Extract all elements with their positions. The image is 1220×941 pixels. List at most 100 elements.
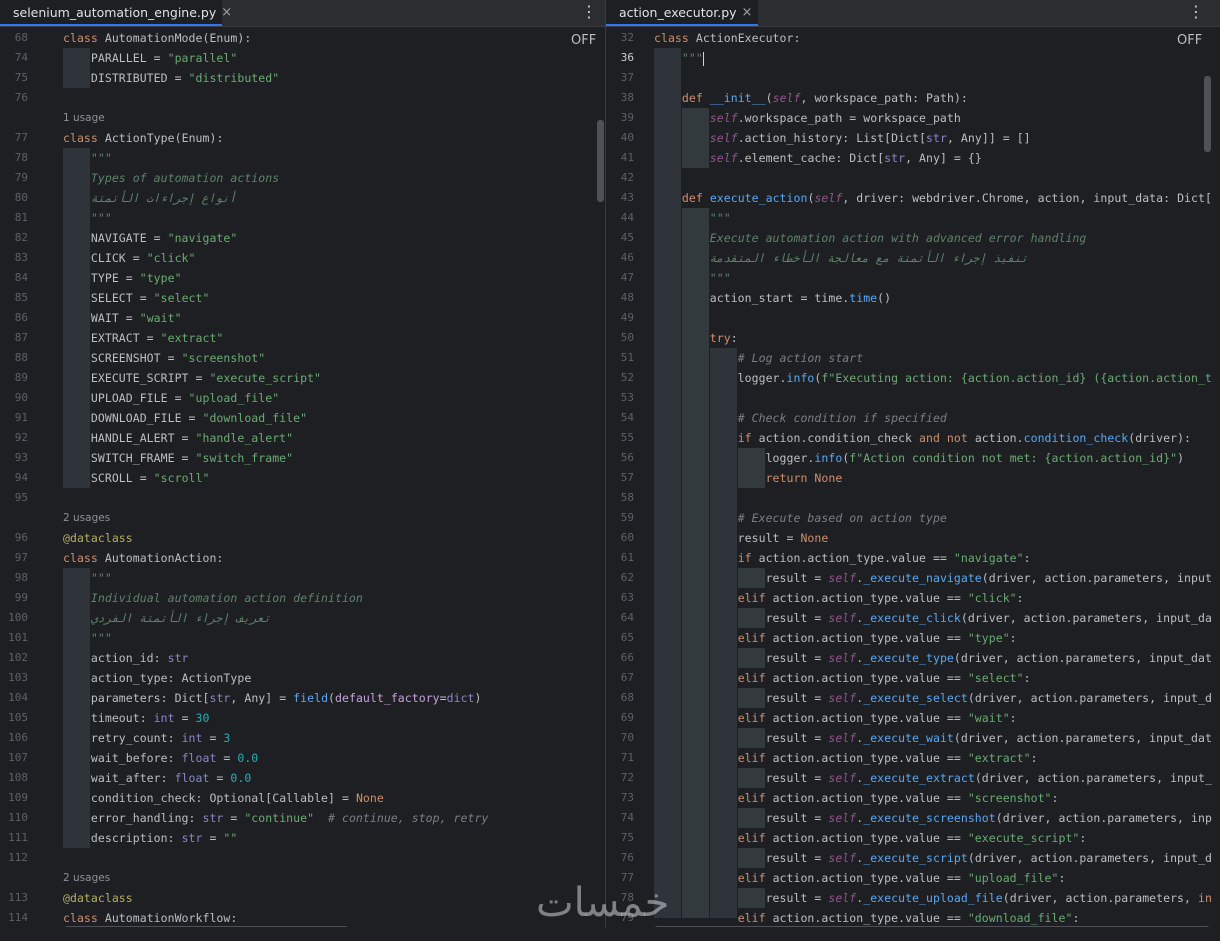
- code-line[interactable]: 65 elif action.action_type.value == "typ…: [606, 628, 1220, 648]
- code-line[interactable]: 108 wait_after: float = 0.0: [0, 768, 605, 788]
- code-line[interactable]: 74 PARALLEL = "parallel": [0, 48, 605, 68]
- code-line[interactable]: 53: [606, 388, 1220, 408]
- code-line[interactable]: 89 EXECUTE_SCRIPT = "execute_script": [0, 368, 605, 388]
- code-line[interactable]: 95: [0, 488, 605, 508]
- code-line[interactable]: 109 condition_check: Optional[Callable] …: [0, 788, 605, 808]
- code-line[interactable]: 90 UPLOAD_FILE = "upload_file": [0, 388, 605, 408]
- code-line[interactable]: 85 SELECT = "select": [0, 288, 605, 308]
- usage-hint[interactable]: 2 usages: [0, 868, 605, 888]
- code-line[interactable]: 44 """: [606, 208, 1220, 228]
- code-line[interactable]: 114 class AutomationWorkflow:: [0, 908, 605, 928]
- code-line[interactable]: 56 logger.info(f"Action condition not me…: [606, 448, 1220, 468]
- tab-selenium-automation-engine[interactable]: selenium_automation_engine.py ×: [0, 0, 232, 26]
- code-line[interactable]: 99 Individual automation action definiti…: [0, 588, 605, 608]
- vertical-scrollbar[interactable]: [597, 120, 604, 202]
- code-line[interactable]: 72 result = self._execute_extract(driver…: [606, 768, 1220, 788]
- code-line[interactable]: 77 elif action.action_type.value == "upl…: [606, 868, 1220, 888]
- code-line[interactable]: 82 NAVIGATE = "navigate": [0, 228, 605, 248]
- code-line[interactable]: 101 """: [0, 628, 605, 648]
- code-line[interactable]: 61 if action.action_type.value == "navig…: [606, 548, 1220, 568]
- code-line[interactable]: 110 error_handling: str = "continue" # c…: [0, 808, 605, 828]
- code-line[interactable]: 54 # Check condition if specified: [606, 408, 1220, 428]
- code-line[interactable]: 102 action_id: str: [0, 648, 605, 668]
- code-line[interactable]: 64 result = self._execute_click(driver, …: [606, 608, 1220, 628]
- usage-count[interactable]: 2 usages: [63, 508, 110, 528]
- code-line[interactable]: 46 تنفيذ إجراء الأتمتة مع معالجة الأخطاء…: [606, 248, 1220, 268]
- code-line[interactable]: 91 DOWNLOAD_FILE = "download_file": [0, 408, 605, 428]
- code-line[interactable]: 43 def execute_action(self, driver: webd…: [606, 188, 1220, 208]
- code-line[interactable]: 45 Execute automation action with advanc…: [606, 228, 1220, 248]
- code-line[interactable]: 76: [0, 88, 605, 108]
- code-line[interactable]: 68 result = self._execute_select(driver,…: [606, 688, 1220, 708]
- code-line[interactable]: 104 parameters: Dict[str, Any] = field(d…: [0, 688, 605, 708]
- usage-hint[interactable]: 1 usage: [0, 108, 605, 128]
- code-line[interactable]: 48 action_start = time.time(): [606, 288, 1220, 308]
- code-line[interactable]: 112: [0, 848, 605, 868]
- code-line[interactable]: 49: [606, 308, 1220, 328]
- code-line[interactable]: 47 """: [606, 268, 1220, 288]
- code-line[interactable]: 40 self.action_history: List[Dict[str, A…: [606, 128, 1220, 148]
- code-line[interactable]: 84 TYPE = "type": [0, 268, 605, 288]
- code-line[interactable]: 106 retry_count: int = 3: [0, 728, 605, 748]
- code-line[interactable]: 60 result = None: [606, 528, 1220, 548]
- code-line[interactable]: 52 logger.info(f"Executing action: {acti…: [606, 368, 1220, 388]
- code-line[interactable]: 63 elif action.action_type.value == "cli…: [606, 588, 1220, 608]
- code-line[interactable]: 83 CLICK = "click": [0, 248, 605, 268]
- code-line[interactable]: 58: [606, 488, 1220, 508]
- code-line[interactable]: 51 # Log action start: [606, 348, 1220, 368]
- code-line[interactable]: 96 @dataclass: [0, 528, 605, 548]
- usage-count[interactable]: 1 usage: [63, 108, 105, 128]
- code-line[interactable]: 93 SWITCH_FRAME = "switch_frame": [0, 448, 605, 468]
- code-line[interactable]: 55 if action.condition_check and not act…: [606, 428, 1220, 448]
- code-line[interactable]: 111 description: str = "": [0, 828, 605, 848]
- code-line[interactable]: 100 تعريف إجراء الأتمتة الفردي: [0, 608, 605, 628]
- code-line[interactable]: 79 Types of automation actions: [0, 168, 605, 188]
- code-line[interactable]: 80 أنواع إجراءات الأتمتة: [0, 188, 605, 208]
- code-line[interactable]: 103 action_type: ActionType: [0, 668, 605, 688]
- code-line[interactable]: 97 class AutomationAction:: [0, 548, 605, 568]
- code-line[interactable]: 79 elif action.action_type.value == "dow…: [606, 908, 1220, 928]
- code-line[interactable]: 78 """: [0, 148, 605, 168]
- code-line[interactable]: 86 WAIT = "wait": [0, 308, 605, 328]
- tab-action-executor[interactable]: action_executor.py ×: [606, 0, 758, 26]
- code-line[interactable]: 75 DISTRIBUTED = "distributed": [0, 68, 605, 88]
- code-line[interactable]: 42: [606, 168, 1220, 188]
- code-line[interactable]: 76 result = self._execute_script(driver,…: [606, 848, 1220, 868]
- close-icon[interactable]: ×: [742, 5, 753, 20]
- code-line[interactable]: 39 self.workspace_path = workspace_path: [606, 108, 1220, 128]
- more-options-icon[interactable]: ⋮: [1188, 2, 1204, 21]
- code-line[interactable]: 113 @dataclass: [0, 888, 605, 908]
- code-line[interactable]: 57 return None: [606, 468, 1220, 488]
- code-line[interactable]: 67 elif action.action_type.value == "sel…: [606, 668, 1220, 688]
- code-line[interactable]: 74 result = self._execute_screenshot(dri…: [606, 808, 1220, 828]
- code-line[interactable]: 50 try:: [606, 328, 1220, 348]
- code-line[interactable]: 92 HANDLE_ALERT = "handle_alert": [0, 428, 605, 448]
- code-line[interactable]: 69 elif action.action_type.value == "wai…: [606, 708, 1220, 728]
- code-line[interactable]: 37: [606, 68, 1220, 88]
- code-line[interactable]: 81 """: [0, 208, 605, 228]
- code-line[interactable]: 88 SCREENSHOT = "screenshot": [0, 348, 605, 368]
- code-editor[interactable]: 32 class ActionExecutor: 36 """ 37 38 def __…: [606, 28, 1220, 927]
- code-line[interactable]: 105 timeout: int = 30: [0, 708, 605, 728]
- vertical-scrollbar[interactable]: [1204, 76, 1211, 152]
- code-line[interactable]: 62 result = self._execute_navigate(drive…: [606, 568, 1220, 588]
- code-line[interactable]: 73 elif action.action_type.value == "scr…: [606, 788, 1220, 808]
- more-options-icon[interactable]: ⋮: [581, 2, 597, 21]
- code-line[interactable]: 75 elif action.action_type.value == "exe…: [606, 828, 1220, 848]
- code-line[interactable]: 98 """: [0, 568, 605, 588]
- code-editor[interactable]: 68 class AutomationMode(Enum): 74 PARALLEL…: [0, 28, 605, 927]
- code-line[interactable]: 36 """: [606, 48, 1220, 68]
- code-line[interactable]: 41 self.element_cache: Dict[str, Any] = …: [606, 148, 1220, 168]
- code-line[interactable]: 87 EXTRACT = "extract": [0, 328, 605, 348]
- code-line[interactable]: 38 def __init__(self, workspace_path: Pa…: [606, 88, 1220, 108]
- right-editor-pane[interactable]: action_executor.py × ⋮ OFF 32 class Actio…: [606, 0, 1220, 941]
- code-line[interactable]: 70 result = self._execute_wait(driver, a…: [606, 728, 1220, 748]
- usage-count[interactable]: 2 usages: [63, 868, 110, 888]
- code-line[interactable]: 107 wait_before: float = 0.0: [0, 748, 605, 768]
- close-icon[interactable]: ×: [221, 5, 232, 20]
- code-line[interactable]: 71 elif action.action_type.value == "ext…: [606, 748, 1220, 768]
- code-line[interactable]: 68 class AutomationMode(Enum):: [0, 28, 605, 48]
- code-line[interactable]: 66 result = self._execute_type(driver, a…: [606, 648, 1220, 668]
- left-editor-pane[interactable]: selenium_automation_engine.py × ⋮ OFF 68…: [0, 0, 605, 941]
- code-line[interactable]: 32 class ActionExecutor:: [606, 28, 1220, 48]
